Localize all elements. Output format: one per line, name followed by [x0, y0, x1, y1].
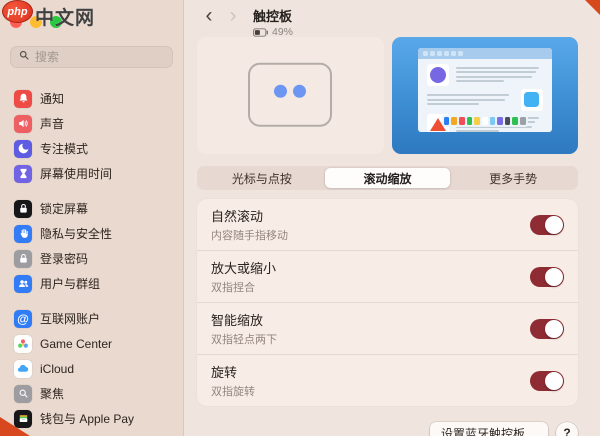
sidebar-item-label: 屏幕使用时间: [40, 165, 112, 182]
tab-scroll-zoom[interactable]: 滚动缩放: [325, 168, 451, 188]
toggle-zoom-in-out[interactable]: [530, 267, 564, 287]
lock-icon: [14, 200, 32, 218]
setup-bluetooth-trackpad-button[interactable]: 设置蓝牙触控板…: [430, 422, 548, 436]
lock-icon: [14, 250, 32, 268]
sidebar-item-privacy-security[interactable]: 隐私与安全性: [10, 221, 173, 246]
watermark-logo-text: 中文网: [35, 3, 95, 30]
game-center-icon: [14, 335, 32, 353]
php-logo-badge: php: [2, 0, 33, 23]
preview-browser-window: [418, 48, 552, 132]
toggle-smart-zoom[interactable]: [530, 319, 564, 339]
tab-point-click[interactable]: 光标与点按: [199, 168, 325, 188]
setting-subtitle: 内容随手指移动: [211, 227, 288, 243]
setting-row-smart-zoom: 智能缩放 双指轻点两下: [197, 302, 578, 354]
sidebar-item-users-groups[interactable]: 用户与群组: [10, 271, 173, 296]
gesture-previews: [197, 37, 578, 154]
setting-row-rotate: 旋转 双指旋转: [197, 354, 578, 406]
sidebar-item-label: 锁定屏幕: [40, 200, 88, 217]
panel-header: ‹ › 触控板 49%: [197, 0, 578, 37]
purple-circle-shape: [430, 67, 446, 83]
sidebar-item-icloud[interactable]: iCloud: [10, 356, 173, 381]
bell-icon: [14, 90, 32, 108]
sidebar-item-label: 聚焦: [40, 385, 64, 402]
page-title: 触控板: [253, 6, 293, 25]
watermark-corner-ribbon-top-right: [585, 0, 600, 15]
sidebar-item-label: 声音: [40, 115, 64, 132]
moon-icon: [14, 140, 32, 158]
setting-row-natural-scrolling: 自然滚动 内容随手指移动: [197, 199, 578, 250]
sidebar-item-focus[interactable]: 专注模式: [10, 136, 173, 161]
sidebar-item-label: 钱包与 Apple Pay: [40, 410, 134, 427]
panel-footer: 设置蓝牙触控板… ?: [197, 422, 578, 436]
search-icon: [18, 48, 30, 66]
sidebar-item-sound[interactable]: 声音: [10, 111, 173, 136]
speaker-icon: [14, 115, 32, 133]
setting-row-zoom-in-out: 放大或缩小 双指捏合: [197, 250, 578, 302]
sidebar-item-label: 隐私与安全性: [40, 225, 112, 242]
help-button[interactable]: ?: [556, 422, 578, 436]
tab-more-gestures[interactable]: 更多手势: [450, 168, 576, 188]
sidebar-item-label: Game Center: [40, 337, 112, 351]
toggle-rotate[interactable]: [530, 371, 564, 391]
sidebar-item-label: 专注模式: [40, 140, 88, 157]
forward-button[interactable]: ›: [221, 6, 245, 26]
two-finger-dots: [274, 84, 306, 97]
gesture-tabs: 光标与点按 滚动缩放 更多手势: [197, 166, 578, 190]
gesture-video-preview: [392, 37, 579, 154]
preview-dock: [442, 115, 528, 127]
sidebar-search[interactable]: [10, 46, 173, 68]
setting-title: 智能缩放: [211, 310, 277, 329]
sidebar-item-label: iCloud: [40, 362, 74, 376]
setting-title: 放大或缩小: [211, 258, 276, 277]
users-icon: [14, 275, 32, 293]
php-cn-watermark-logo: php 中文网: [2, 0, 95, 30]
system-settings-window: php 中文网 通知 声音 专注模式: [0, 0, 600, 436]
toggle-natural-scrolling[interactable]: [530, 215, 564, 235]
at-icon: @: [14, 310, 32, 328]
sidebar-item-notifications[interactable]: 通知: [10, 86, 173, 111]
cloud-icon: [14, 360, 32, 378]
preview-window-titlebar: [418, 48, 552, 59]
sidebar-item-label: 通知: [40, 90, 64, 107]
setting-title: 旋转: [211, 362, 255, 381]
hourglass-icon: [14, 165, 32, 183]
setting-title: 自然滚动: [211, 206, 288, 225]
hand-icon: [14, 225, 32, 243]
sidebar-item-wallet-apple-pay[interactable]: 钱包与 Apple Pay: [10, 406, 173, 431]
sidebar: php 中文网 通知 声音 专注模式: [0, 0, 184, 436]
magnifier-icon: [14, 385, 32, 403]
sidebar-item-label: 互联网账户: [40, 310, 100, 327]
sidebar-item-spotlight[interactable]: 聚焦: [10, 381, 173, 406]
sidebar-item-lock-screen[interactable]: 锁定屏幕: [10, 196, 173, 221]
watermark-corner-ribbon-bottom-left: [0, 417, 30, 436]
sidebar-nav: 通知 声音 专注模式 屏幕使用时间 锁定屏幕: [10, 86, 173, 431]
sidebar-item-label: 用户与群组: [40, 275, 100, 292]
sidebar-item-login-password[interactable]: 登录密码: [10, 246, 173, 271]
search-input[interactable]: [35, 50, 165, 64]
trackpad-settings-panel: ‹ › 触控板 49%: [184, 0, 600, 436]
settings-card: 自然滚动 内容随手指移动 放大或缩小 双指捏合 智能缩放 双指轻点两下: [197, 199, 578, 406]
sidebar-item-label: 登录密码: [40, 250, 88, 267]
trackpad-gesture-illustration: [197, 37, 384, 154]
battery-icon: [253, 28, 269, 37]
back-button[interactable]: ‹: [197, 6, 221, 26]
trackpad-outline: [248, 62, 332, 126]
sidebar-item-game-center[interactable]: Game Center: [10, 331, 173, 356]
setting-subtitle: 双指轻点两下: [211, 331, 277, 347]
setting-subtitle: 双指旋转: [211, 383, 255, 399]
sidebar-item-internet-accounts[interactable]: @ 互联网账户: [10, 306, 173, 331]
blue-square-shape: [524, 92, 539, 107]
sidebar-item-screen-time[interactable]: 屏幕使用时间: [10, 161, 173, 186]
setting-subtitle: 双指捏合: [211, 279, 276, 295]
